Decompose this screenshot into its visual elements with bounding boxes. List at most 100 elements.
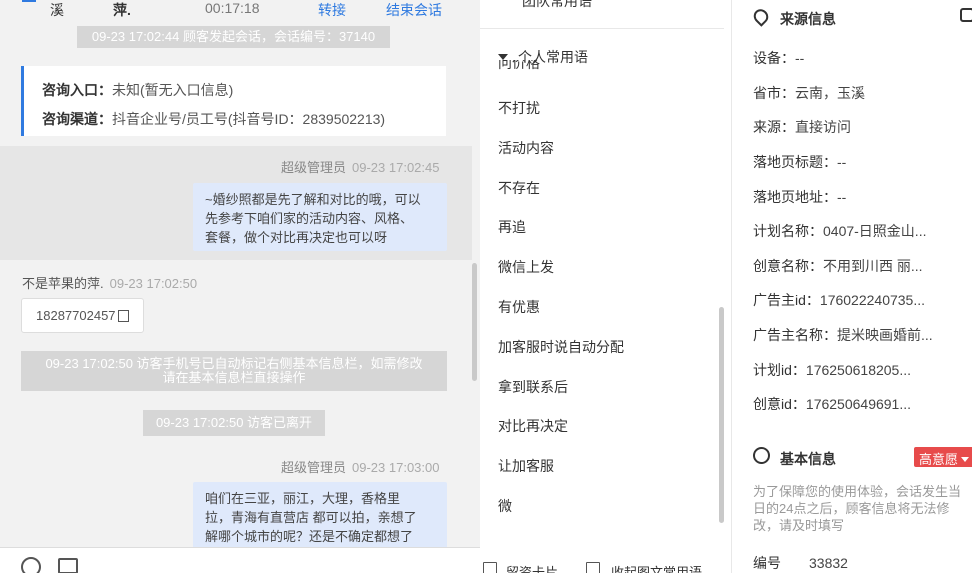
agent-message-bubble: 咱们在三亚，丽江，大理，香格里 拉，青海有直营店 都可以拍，亲想了 解哪个城市的… [193, 482, 447, 552]
phrase-panel: 团队常用语 个人常用语 问价格 不打扰 活动内容 不存在 再追 微信上发 有优惠… [480, 0, 732, 573]
info-value: -- [837, 154, 847, 170]
info-row-landing-url: 落地页地址：-- [753, 187, 846, 207]
chat-scrollbar[interactable] [472, 263, 477, 381]
message-meta: 不是苹果的萍. 09-23 17:02:50 [22, 273, 197, 292]
lead-card-button[interactable]: 留资卡片 [506, 562, 558, 573]
info-row-landing-title: 落地页标题：-- [753, 152, 846, 172]
phrase-item[interactable]: 有优惠 [498, 297, 540, 317]
phrase-item[interactable]: 拿到联系后 [498, 377, 568, 397]
caret-down-icon [961, 457, 970, 462]
info-label: 计划id： [753, 362, 806, 378]
info-value: -- [795, 50, 805, 66]
info-row-device: 设备：-- [753, 48, 804, 68]
info-value: 直接访问 [795, 119, 851, 135]
info-row-region: 省市：云南，玉溪 [753, 83, 865, 103]
phrase-item[interactable]: 不打扰 [498, 98, 540, 118]
info-row-plan-name: 计划名称：0407-日照金山... [753, 221, 926, 241]
phrase-item[interactable]: 对比再决定 [498, 416, 568, 436]
message-line: 套餐，做个对比再决定也可以呀 [205, 230, 388, 245]
phrase-item[interactable]: 微信上发 [498, 257, 554, 277]
session-start-notice: 09-23 17:02:44 顾客发起会话，会话编号：37140 [77, 26, 390, 48]
message-line: 咱们在三亚，丽江，大理，香格里 [205, 491, 401, 506]
phrase-item[interactable]: 让加客服 [498, 456, 554, 476]
info-value: 176250649691... [805, 396, 912, 412]
info-label: 编号 [753, 555, 781, 571]
info-value: 176022240735... [819, 292, 926, 308]
channel-label: 咨询渠道： [42, 111, 112, 127]
info-label: 广告主名称： [753, 327, 837, 343]
info-row-plan-id: 计划id：176250618205... [753, 360, 911, 380]
info-value: -- [837, 189, 847, 205]
info-label: 来源： [753, 119, 795, 135]
info-label: 落地页标题： [753, 154, 837, 170]
session-duration: 00:17:18 [205, 0, 260, 16]
visitor-name: 萍. [113, 2, 131, 18]
message-line: 解哪个城市的呢？还是不确定都想了 [205, 529, 414, 544]
phrase-item[interactable]: 微 [498, 496, 512, 516]
collapse-phrases-button[interactable]: 收起图文常用语 [611, 562, 702, 573]
message-time: 09-23 17:02:50 [109, 276, 198, 291]
message-meta: 超级管理员 09-23 17:03:00 [281, 457, 439, 476]
transfer-button[interactable]: 转接 [318, 0, 346, 20]
sender-name: 不是苹果的萍. [22, 276, 104, 291]
phrase-item[interactable]: 不存在 [498, 178, 540, 198]
info-row-source: 来源：直接访问 [753, 117, 851, 137]
phrase-item[interactable]: 加客服时说自动分配 [498, 337, 624, 357]
copy-icon[interactable] [117, 310, 129, 322]
source-info-title: 来源信息 [780, 11, 836, 27]
info-label: 省市： [753, 85, 795, 101]
emoji-icon[interactable] [21, 557, 41, 573]
sender-name: 超级管理员 [281, 160, 347, 175]
customer-info-panel: 来源信息 设备：-- 省市：云南，玉溪 来源：直接访问 落地页标题：-- 落地页… [732, 0, 972, 573]
message-line: 拉，青海有直营店 都可以拍，亲想了 [205, 510, 417, 525]
info-label: 设备： [753, 50, 795, 66]
info-label: 计划名称： [753, 223, 823, 239]
team-phrases-label: 团队常用语 [522, 0, 592, 9]
edit-deadline-notice: 为了保障您的使用体验，会话发生当日的24点之后，顾客信息将无法修改，请及时填写 [753, 484, 962, 533]
phrase-bottom-bar: 留资卡片 收起图文常用语 [480, 556, 732, 573]
channel-value: 抖音企业号/员工号(抖音号ID：2839502213) [112, 111, 386, 127]
info-value: 不用到川西 丽... [823, 258, 923, 274]
chat-header: 溪 萍. 00:17:18 转接 结束会话 [0, 0, 470, 22]
info-value: 33832 [809, 555, 848, 571]
visitor-left-notice: 09-23 17:02:50 访客已离开 [143, 410, 325, 436]
team-phrases-header[interactable]: 团队常用语 [504, 0, 592, 11]
intent-level-value: 高意愿 [919, 452, 959, 467]
phrase-item[interactable]: 再追 [498, 217, 526, 237]
message-meta: 超级管理员 09-23 17:02:45 [281, 157, 439, 176]
location-icon [750, 6, 772, 27]
end-session-button[interactable]: 结束会话 [386, 0, 442, 20]
phrase-item-clipped[interactable]: 问价格 [498, 60, 540, 74]
message-time: 09-23 17:02:45 [352, 160, 440, 175]
agent-message-bubble: ~婚纱照都是先了解和对比的哦，可以 先参考下咱们家的活动内容、风格、 套餐，做个… [193, 183, 447, 251]
phrase-scrollbar[interactable] [719, 307, 724, 523]
visitor-name-left: 溪 [50, 2, 64, 18]
info-label: 落地页地址： [753, 189, 837, 205]
info-row-advertiser-name: 广告主名称：提米映画婚前... [753, 325, 933, 345]
card-icon[interactable] [483, 562, 497, 573]
basic-info-title: 基本信息 [780, 451, 836, 467]
message-line: 先参考下咱们家的活动内容、风格、 [205, 211, 414, 226]
info-value: 云南，玉溪 [795, 85, 865, 101]
info-value: 提米映画婚前... [837, 327, 933, 343]
chat-panel: 溪 萍. 00:17:18 转接 结束会话 09-23 17:02:44 顾客发… [0, 0, 480, 573]
info-row-creative-id: 创意id：176250649691... [753, 394, 911, 414]
info-value: 176250618205... [805, 362, 912, 378]
visitor-phone-message[interactable]: 18287702457 [21, 298, 144, 333]
info-label: 广告主id： [753, 292, 820, 308]
collapse-icon[interactable] [586, 562, 600, 573]
phone-number: 18287702457 [36, 308, 116, 323]
info-row-creative-name: 创意名称：不用到川西 丽... [753, 256, 923, 276]
tag-icon[interactable] [960, 8, 972, 22]
info-value: 0407-日照金山... [823, 223, 927, 239]
consult-entry-card: 咨询入口：未知(暂无入口信息) 咨询渠道：抖音企业号/员工号(抖音号ID：283… [21, 66, 446, 136]
serial-number-row: 编号 33832 [753, 553, 848, 573]
sender-name: 超级管理员 [281, 460, 347, 475]
message-time: 09-23 17:03:00 [352, 460, 440, 475]
phrase-item[interactable]: 活动内容 [498, 138, 554, 158]
notice-line: 请在基本信息栏直接操作 [162, 370, 306, 385]
image-icon[interactable] [58, 558, 78, 573]
intent-level-dropdown[interactable]: 高意愿 [914, 447, 972, 467]
user-icon [22, 0, 36, 2]
message-line: ~婚纱照都是先了解和对比的哦，可以 [205, 192, 421, 207]
